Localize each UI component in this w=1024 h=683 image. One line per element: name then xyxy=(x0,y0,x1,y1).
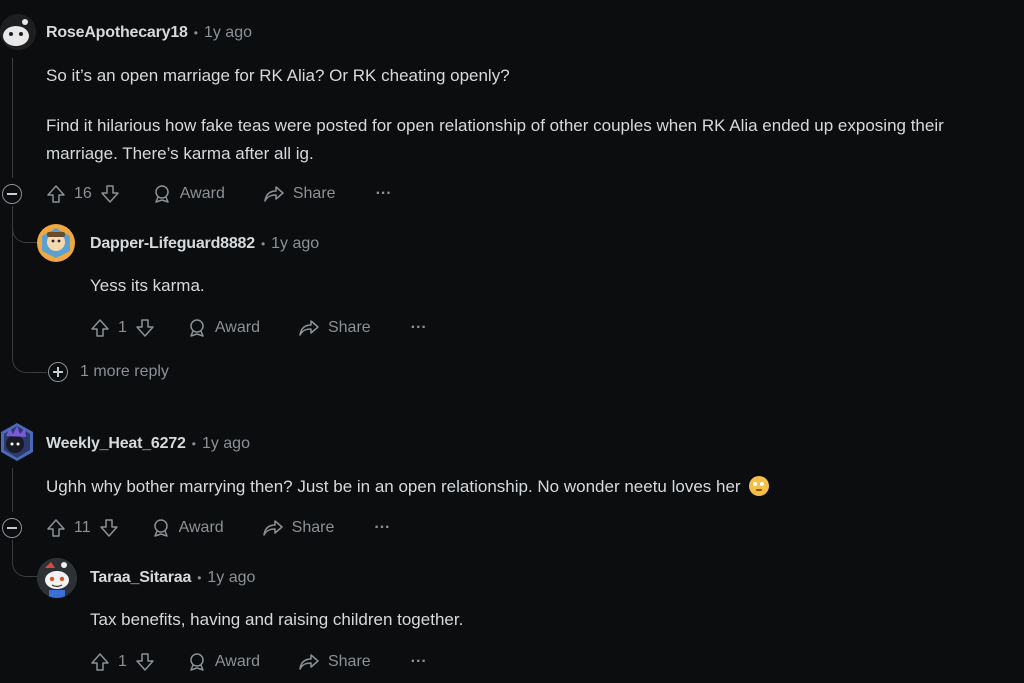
thread-connector xyxy=(12,340,47,373)
avatar[interactable] xyxy=(0,422,34,462)
comment-body: Tax benefits, having and raising childre… xyxy=(90,610,464,629)
avatar[interactable] xyxy=(37,558,77,598)
user-avatar-icon xyxy=(1,423,33,461)
comment-text: Ughh why bother marrying then? Just be i… xyxy=(46,477,741,496)
separator: • xyxy=(193,26,198,40)
author-name[interactable]: Taraa_Sitaraa xyxy=(90,569,191,587)
collapse-thread-button[interactable] xyxy=(2,184,22,204)
comment-actions: 11 Award Share ··· xyxy=(46,514,390,542)
share-button[interactable]: Share xyxy=(298,652,371,672)
more-options-button[interactable]: ··· xyxy=(411,319,427,337)
separator: • xyxy=(191,437,196,451)
downvote-icon xyxy=(136,319,154,337)
vote-count: 16 xyxy=(74,185,92,202)
award-button[interactable]: Award xyxy=(187,318,260,338)
share-icon xyxy=(264,186,284,202)
thread-connector xyxy=(12,212,37,243)
award-icon xyxy=(153,519,168,537)
thread-connector xyxy=(12,546,37,577)
comment-body: So it’s an open marriage for RK Alia? Or… xyxy=(46,62,976,168)
author-name[interactable]: Dapper-Lifeguard8882 xyxy=(90,235,255,253)
upvote-button[interactable] xyxy=(46,184,66,204)
downvote-button[interactable] xyxy=(135,318,155,338)
author-name[interactable]: Weekly_Heat_6272 xyxy=(46,435,186,453)
award-icon xyxy=(190,653,204,671)
upvote-icon xyxy=(47,519,65,537)
award-label: Award xyxy=(179,185,225,202)
vote-count: 1 xyxy=(118,653,127,670)
upvote-icon xyxy=(91,319,109,337)
share-button[interactable]: Share xyxy=(263,184,336,204)
more-options-button[interactable]: ··· xyxy=(411,653,427,671)
award-button[interactable]: Award xyxy=(151,518,224,538)
upvote-icon xyxy=(91,653,109,671)
award-icon xyxy=(190,319,204,337)
snoo-avatar-icon xyxy=(37,558,77,598)
collapse-thread-button[interactable] xyxy=(2,518,22,538)
timestamp[interactable]: 1y ago xyxy=(202,435,250,453)
comment-paragraph: Find it hilarious how fake teas were pos… xyxy=(46,116,944,163)
upvote-icon xyxy=(47,185,65,203)
share-label: Share xyxy=(327,319,371,336)
award-label: Award xyxy=(214,319,260,336)
share-label: Share xyxy=(292,185,336,202)
timestamp[interactable]: 1y ago xyxy=(204,24,252,42)
comment-paragraph: So it’s an open marriage for RK Alia? Or… xyxy=(46,66,510,85)
comment-body: Yess its karma. xyxy=(90,276,205,295)
vote-count: 11 xyxy=(74,519,91,536)
comment-meta: RoseApothecary18 • 1y ago xyxy=(46,22,252,44)
vote-count: 1 xyxy=(118,319,127,336)
downvote-icon xyxy=(99,519,118,537)
downvote-button[interactable] xyxy=(100,184,120,204)
share-button[interactable]: Share xyxy=(262,518,335,538)
award-label: Award xyxy=(214,653,260,670)
author-name[interactable]: RoseApothecary18 xyxy=(46,24,188,42)
timestamp[interactable]: 1y ago xyxy=(271,235,319,253)
downvote-button[interactable] xyxy=(135,652,155,672)
separator: • xyxy=(197,571,202,585)
award-icon xyxy=(155,185,169,203)
comment-body: Ughh why bother marrying then? Just be i… xyxy=(46,473,770,501)
upvote-button[interactable] xyxy=(46,518,66,538)
thread-line[interactable] xyxy=(12,468,13,512)
award-label: Award xyxy=(178,519,224,536)
avatar[interactable] xyxy=(37,224,75,262)
comment-actions: 1 Award Share ··· xyxy=(90,648,427,676)
timestamp[interactable]: 1y ago xyxy=(207,569,255,587)
comment-meta: Weekly_Heat_6272 • 1y ago xyxy=(46,433,250,455)
comment-meta: Dapper-Lifeguard8882 • 1y ago xyxy=(90,233,319,255)
more-options-button[interactable]: ··· xyxy=(374,519,390,537)
more-options-button[interactable]: ··· xyxy=(376,185,392,203)
share-button[interactable]: Share xyxy=(298,318,371,338)
downvote-button[interactable] xyxy=(99,518,119,538)
comment-actions: 16 Award Share ··· xyxy=(46,180,392,208)
snoo-avatar-icon xyxy=(0,14,36,50)
upvote-button[interactable] xyxy=(90,652,110,672)
share-label: Share xyxy=(291,519,335,536)
downvote-icon xyxy=(136,653,154,671)
share-label: Share xyxy=(327,653,371,670)
rolling-eyes-emoji-icon xyxy=(749,476,770,496)
share-icon xyxy=(299,320,319,336)
share-icon xyxy=(262,520,283,536)
comment-meta: Taraa_Sitaraa • 1y ago xyxy=(90,567,255,589)
avatar[interactable] xyxy=(0,14,36,50)
comment-actions: 1 Award Share ··· xyxy=(90,314,427,342)
downvote-icon xyxy=(101,185,119,203)
upvote-button[interactable] xyxy=(90,318,110,338)
thread-line[interactable] xyxy=(12,58,13,178)
award-button[interactable]: Award xyxy=(187,652,260,672)
separator: • xyxy=(260,237,266,251)
more-replies-link[interactable]: 1 more reply xyxy=(80,363,169,381)
user-avatar-icon xyxy=(39,225,73,261)
share-icon xyxy=(299,654,319,670)
expand-replies-button[interactable] xyxy=(48,362,68,382)
award-button[interactable]: Award xyxy=(152,184,225,204)
